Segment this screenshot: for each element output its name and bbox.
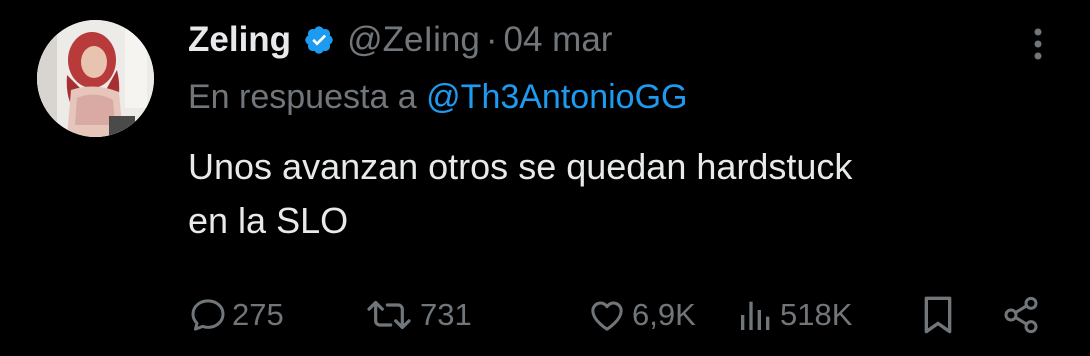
views-count: 518K — [780, 297, 853, 332]
reply-prefix: En respuesta a — [188, 78, 427, 116]
avatar[interactable] — [37, 20, 154, 137]
tweet-content: Zeling @ZeIing · 04 mar En respuesta a @… — [188, 14, 1060, 248]
share-button[interactable] — [1001, 290, 1041, 340]
reply-icon — [191, 299, 225, 331]
tweet[interactable]: Zeling @ZeIing · 04 mar En respuesta a @… — [0, 0, 1090, 356]
reply-count: 275 — [232, 297, 284, 332]
views-icon — [741, 301, 770, 330]
user-handle[interactable]: @ZeIing — [347, 20, 480, 60]
bookmark-button[interactable] — [918, 290, 958, 340]
avatar-image — [37, 20, 154, 137]
tweet-text-line: Unos avanzan otros se quedan hardstuck — [188, 146, 853, 187]
retweet-icon — [367, 300, 411, 330]
display-name[interactable]: Zeling — [188, 20, 291, 60]
like-button[interactable]: 6,9K — [586, 290, 696, 340]
tweet-text: Unos avanzan otros se quedan hardstuck e… — [188, 140, 1068, 248]
views-button[interactable]: 518K — [736, 290, 852, 340]
reply-button[interactable]: 275 — [188, 290, 284, 340]
retweet-count: 731 — [420, 297, 472, 332]
tweet-date[interactable]: 04 mar — [504, 20, 613, 60]
bookmark-icon — [924, 296, 952, 334]
like-count: 6,9K — [632, 297, 696, 332]
tweet-text-line: en la SLO — [188, 200, 349, 241]
reply-mention-link[interactable]: @Th3AntonioGG — [426, 78, 687, 116]
verified-badge-icon[interactable] — [303, 24, 335, 56]
reply-context: En respuesta a @Th3AntonioGG — [188, 78, 1060, 126]
like-icon — [591, 301, 623, 331]
more-options-icon[interactable] — [1024, 24, 1052, 64]
retweet-button[interactable]: 731 — [362, 290, 472, 340]
action-bar: 275 731 6,9K 518K — [188, 290, 1048, 340]
separator-dot: · — [485, 20, 498, 59]
tweet-header: Zeling @ZeIing · 04 mar — [188, 14, 1060, 66]
share-icon — [1004, 296, 1038, 334]
